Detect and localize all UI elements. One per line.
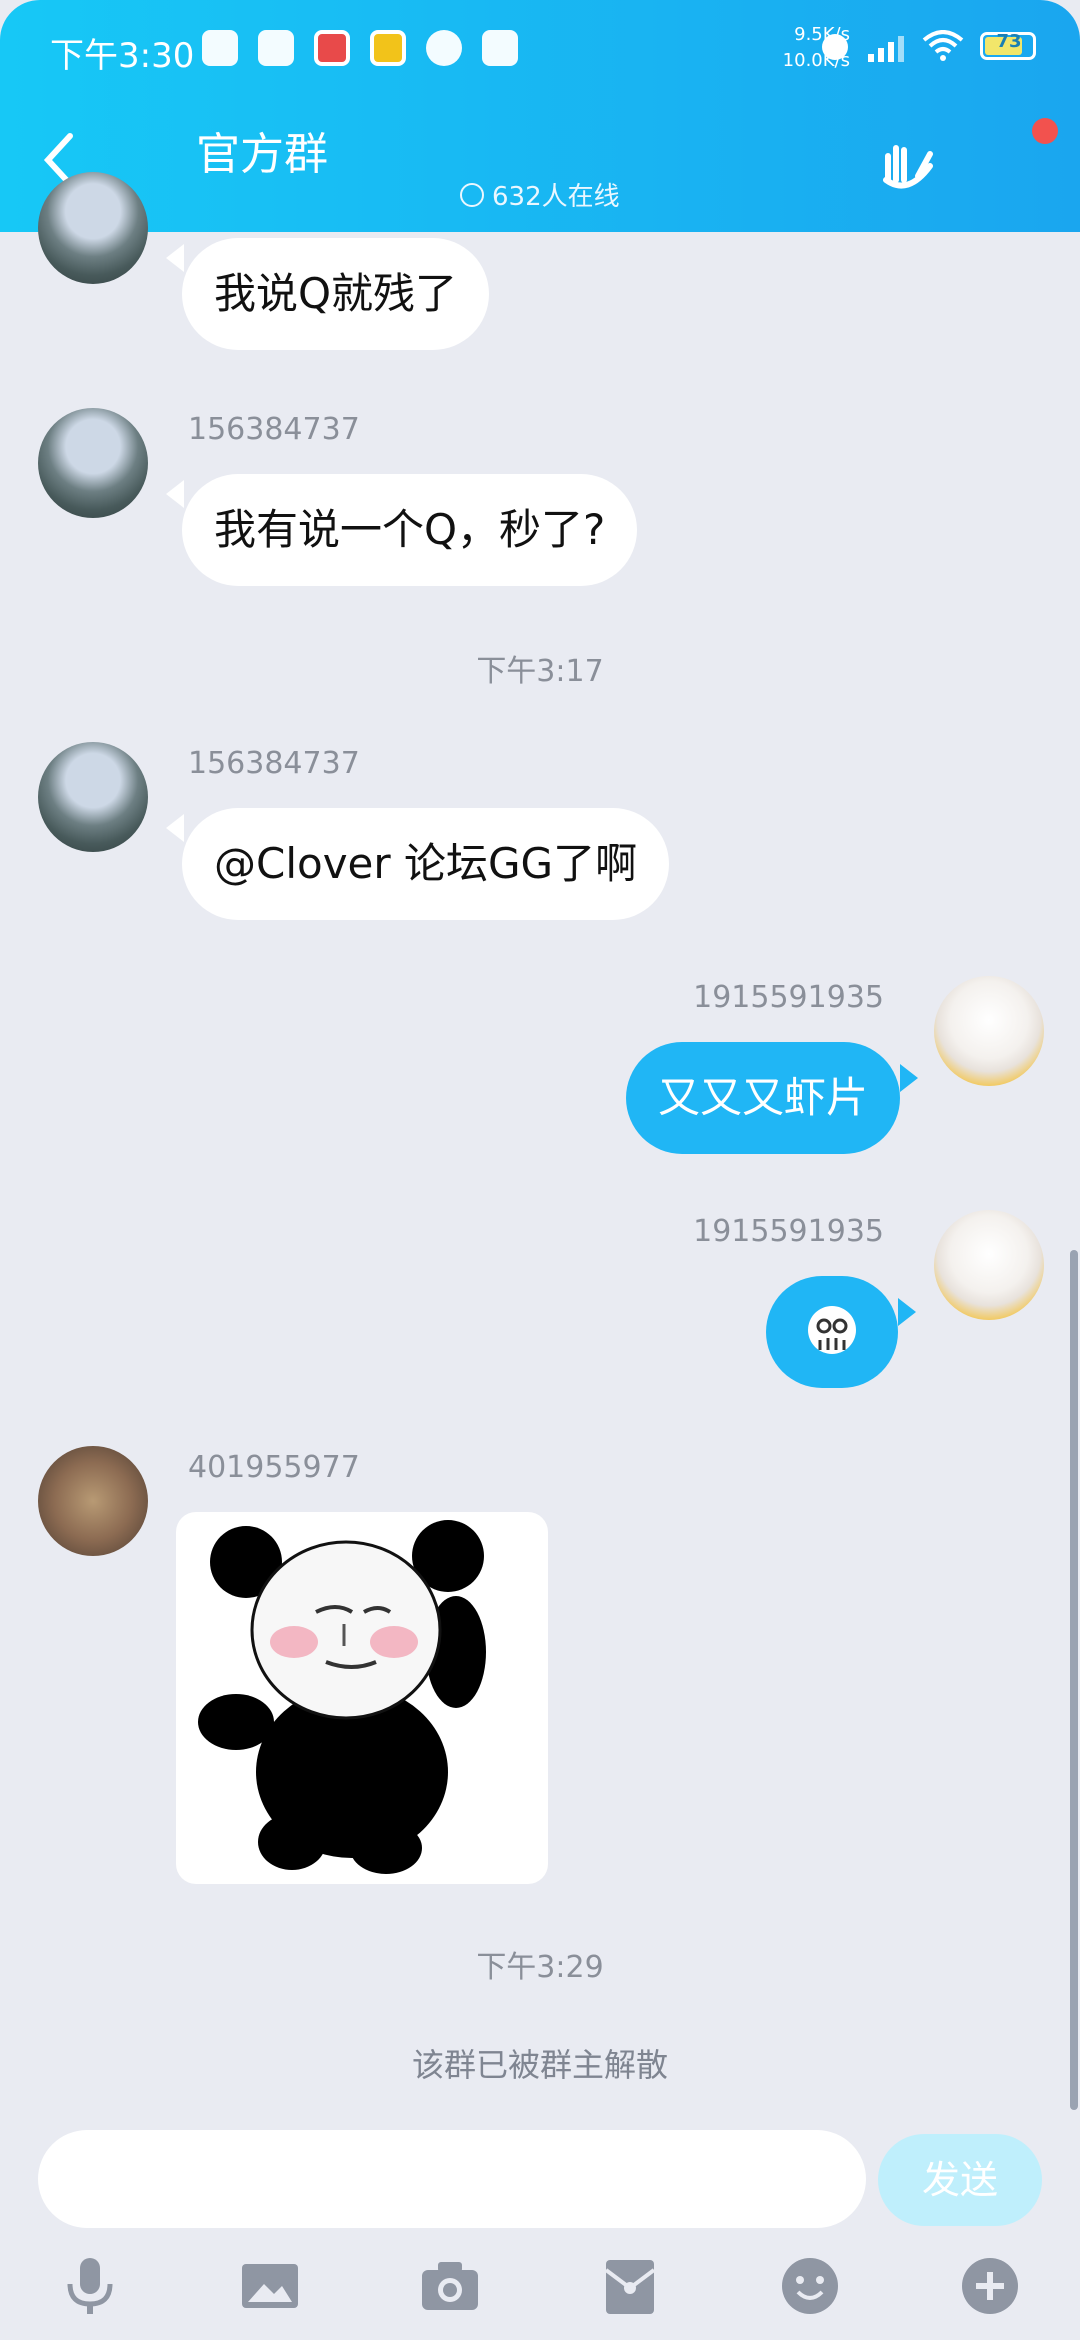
notification-icons: [202, 30, 518, 66]
scrollbar[interactable]: [1070, 1250, 1078, 2110]
group-title: 官方群: [196, 129, 328, 180]
panda-meme-sticker[interactable]: [176, 1512, 548, 1884]
message-bubble[interactable]: 又又又虾片: [625, 1042, 900, 1154]
message-bubble[interactable]: 我说Q就残了: [182, 238, 490, 350]
bubble-tail: [166, 244, 184, 272]
sender-name: 156384737: [188, 412, 360, 447]
coin-app-icon: [370, 30, 406, 66]
v-app-icon: [426, 30, 462, 66]
message-icon: [202, 30, 238, 66]
sender-name: 1915591935: [693, 980, 884, 1015]
message-bubble[interactable]: 我有说一个Q，秒了?: [182, 474, 638, 586]
battery-level: 73: [996, 31, 1022, 52]
emoji-icon[interactable]: [778, 2254, 842, 2318]
bubble-tail: [166, 480, 184, 508]
sender-name: 401955977: [188, 1450, 360, 1485]
online-count-text: 632人在线: [492, 182, 620, 212]
bubble-tail: [900, 1064, 918, 1092]
header-bar: 下午3:30 9.5K/s 10.0K/s 73 官方群 632人在线: [0, 0, 1080, 232]
bubble-tail: [898, 1298, 916, 1326]
signal-icon: [868, 36, 904, 62]
message-bubble[interactable]: @Clover 论坛GG了啊: [182, 808, 670, 920]
message-input[interactable]: [38, 2130, 866, 2228]
avatar[interactable]: [38, 408, 148, 518]
battery-icon: 73: [980, 31, 1036, 60]
avatar[interactable]: [38, 172, 148, 284]
timestamp: 下午3:17: [476, 654, 604, 689]
timestamp: 下午3:29: [476, 1950, 604, 1985]
scared-emoji-icon: [808, 1306, 856, 1354]
server-icon: [482, 30, 518, 66]
plus-icon[interactable]: [958, 2254, 1022, 2318]
camera-icon[interactable]: [418, 2254, 482, 2318]
location-icon: [822, 34, 848, 60]
avatar[interactable]: [38, 1446, 148, 1556]
message-bubble[interactable]: [766, 1276, 898, 1388]
shopping-bag-icon: [258, 30, 294, 66]
system-message: 该群已被群主解散: [411, 2046, 668, 2084]
notification-dot: [1032, 118, 1058, 144]
chevron-down-icon: [460, 182, 484, 207]
sender-name: 1915591935: [693, 1214, 884, 1249]
send-button[interactable]: 发送: [878, 2134, 1042, 2226]
app-icon: [314, 30, 350, 66]
microphone-icon[interactable]: [58, 2254, 122, 2318]
online-count[interactable]: 632人在线: [460, 176, 620, 213]
gesture-icon[interactable]: [878, 136, 938, 192]
bubble-tail: [166, 814, 184, 842]
status-time: 下午3:30: [50, 36, 195, 76]
wifi-icon: [922, 30, 964, 61]
avatar[interactable]: [934, 1210, 1044, 1320]
panda-meme-image: [198, 1520, 486, 1874]
image-icon[interactable]: [238, 2254, 302, 2318]
input-toolbar: [0, 2254, 1080, 2340]
sender-name: 156384737: [188, 746, 360, 781]
avatar[interactable]: [38, 742, 148, 852]
red-packet-icon[interactable]: [598, 2254, 662, 2318]
avatar[interactable]: [934, 976, 1044, 1086]
